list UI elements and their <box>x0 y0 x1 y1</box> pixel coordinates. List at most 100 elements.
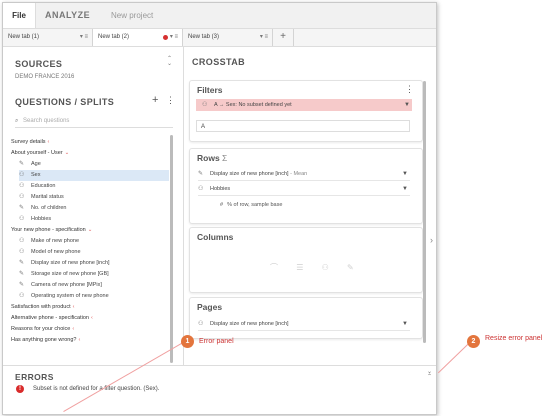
tree-group-label: Alternative phone - specification <box>11 315 89 321</box>
unsaved-dot-icon <box>163 35 168 40</box>
tree-item-education[interactable]: ⚇ Education <box>19 181 55 192</box>
multi-icon: ⚇ <box>19 216 25 222</box>
group-icon: ⚇ <box>19 183 25 189</box>
analyze-tab[interactable]: ANALYZE <box>45 3 90 28</box>
questions-scrollbar[interactable] <box>170 135 173 363</box>
errors-title: ERRORS <box>15 372 54 382</box>
tree-item-make[interactable]: ⚇ Make of new phone <box>19 236 79 247</box>
pages-item-display-size[interactable]: ⚇ Display size of new phone [inch] ▼ <box>198 318 410 331</box>
tree-group-gone-wrong[interactable]: Has anything gone wrong? ‹ <box>11 335 80 346</box>
group-icon: ⚇ <box>19 238 25 244</box>
tab-bar: New tab (1) ▾ ≡ New tab (2) ▾ ≡ New tab … <box>3 29 436 47</box>
pages-panel: Pages ⚇ Display size of new phone [inch] … <box>189 297 423 339</box>
columns-panel: Columns ⌒ ☰ ⚇ ✎ <box>189 227 423 293</box>
tab-new-tab-1[interactable]: New tab (1) ▾ ≡ <box>3 29 93 46</box>
filter-expression-input[interactable]: A <box>196 120 410 132</box>
dropdown-arrow-icon[interactable]: ▼ <box>402 183 408 195</box>
search-icon: ⌕ <box>15 118 19 124</box>
tree-item-label: Hobbies <box>31 216 52 222</box>
tree-group-alternative-phone[interactable]: Alternative phone - specification ‹ <box>11 313 93 324</box>
tree-item-label: Age <box>31 161 41 167</box>
search-placeholder: Search questions <box>23 118 70 124</box>
dataset-name: DEMO FRANCE 2016 <box>15 74 75 80</box>
filters-panel: Filters ⋮ ⚇ A → Sex: No subset defined ye… <box>189 80 423 142</box>
add-tab-button[interactable]: + <box>273 29 294 46</box>
tree-item-label: Storage size of new phone [GB] <box>31 271 109 277</box>
rows-item-hobbies[interactable]: ⚇ Hobbies ▼ <box>198 183 410 196</box>
tab-menu-icon[interactable]: ▾ ≡ <box>80 29 88 46</box>
tree-item-camera[interactable]: ✎ Camera of new phone [MPix] <box>19 280 102 291</box>
group-icon: ⚇ <box>19 194 25 200</box>
callout-line-2 <box>437 341 471 374</box>
tree-item-display-size[interactable]: ✎ Display size of new phone [inch] <box>19 258 110 269</box>
tree-item-sex[interactable]: ⚇ Sex <box>19 170 169 181</box>
tree-group-reasons[interactable]: Reasons for your choice ‹ <box>11 324 74 335</box>
tree-group-survey-details[interactable]: Survey details ‹ <box>11 137 49 148</box>
row-item-suffix: - Mean <box>290 171 308 177</box>
row-item-label: Display size of new phone [inch] <box>210 171 289 177</box>
columns-placeholder-icons: ⌒ ☰ ⚇ ✎ <box>270 263 362 272</box>
chevron-icon: ⌄ <box>87 227 93 233</box>
tree-item-hobbies[interactable]: ⚇ Hobbies <box>19 214 51 225</box>
tree-group-satisfaction[interactable]: Satisfaction with product ‹ <box>11 302 74 313</box>
tree-group-label: Has anything gone wrong? <box>11 337 77 343</box>
group-icon: ⚇ <box>19 172 25 178</box>
tree-group-about-yourself[interactable]: About yourself - User ⌄ <box>11 148 69 159</box>
tab-label: New tab (1) <box>8 34 40 40</box>
rows-panel: Rows Σ ✎ Display size of new phone [inch]… <box>189 148 423 224</box>
tree-group-new-phone[interactable]: Your new phone - specification ⌄ <box>11 225 92 236</box>
rows-statistic[interactable]: #% of row, sample base <box>220 199 282 211</box>
tree-item-marital-status[interactable]: ⚇ Marital status <box>19 192 64 203</box>
tree-item-label: Marital status <box>31 194 64 200</box>
tree-item-label: Model of new phone <box>31 249 81 255</box>
tab-new-tab-3[interactable]: New tab (3) ▾ ≡ <box>183 29 273 46</box>
tree-item-model[interactable]: ⚇ Model of new phone <box>19 247 81 258</box>
tree-item-label: Sex <box>31 172 41 178</box>
crosstab-scrollbar[interactable] <box>423 81 426 343</box>
tree-item-storage-size[interactable]: ✎ Storage size of new phone [GB] <box>19 269 109 280</box>
questions-more-icon[interactable]: ⋮ <box>166 95 175 106</box>
tab-new-tab-2[interactable]: New tab (2) ▾ ≡ <box>93 29 183 46</box>
filters-more-icon[interactable]: ⋮ <box>405 84 414 95</box>
group-icon: ⚇ <box>202 102 208 108</box>
app-window: File ANALYZE New project New tab (1) ▾ ≡… <box>2 2 437 415</box>
collapse-sources-icon[interactable]: ⌃ ⌄ <box>167 56 172 67</box>
tab-menu-icon[interactable]: ▾ ≡ <box>170 29 178 46</box>
left-panel: SOURCES DEMO FRANCE 2016 ⌃ ⌄ QUESTIONS / … <box>3 47 183 365</box>
add-question-button[interactable]: + <box>152 94 158 106</box>
callout-badge-1: 1 <box>181 335 194 348</box>
project-name[interactable]: New project <box>111 3 153 28</box>
row-item-label: Hobbies <box>210 186 231 192</box>
tree-group-label: Satisfaction with product <box>11 304 71 310</box>
pencil-icon: ✎ <box>19 205 25 211</box>
tree-group-label: About yourself - User <box>11 150 63 156</box>
tree-item-label: Display size of new phone [inch] <box>31 260 110 266</box>
tree-item-os[interactable]: ⚇ Operating system of new phone <box>19 291 109 302</box>
rows-item-display-size[interactable]: ✎ Display size of new phone [inch] - Mean… <box>198 168 410 181</box>
tree-item-children[interactable]: ✎ No. of children <box>19 203 66 214</box>
search-input[interactable]: ⌕ Search questions <box>15 115 173 128</box>
tree-item-age[interactable]: ✎ Age <box>19 159 169 170</box>
resize-errors-icon[interactable]: ⌄ ⌃ <box>427 369 432 380</box>
statistic-label: % of row, sample base <box>227 202 283 208</box>
tree-item-label: Education <box>31 183 56 189</box>
dropdown-arrow-icon[interactable]: ▼ <box>402 168 408 180</box>
sigma-icon[interactable]: Σ <box>222 153 227 163</box>
pages-title: Pages <box>197 302 223 312</box>
filters-title: Filters <box>197 85 223 95</box>
dropdown-arrow-icon[interactable]: ▼ <box>402 318 408 330</box>
pencil-icon: ✎ <box>19 260 25 266</box>
tree-group-label: Your new phone - specification <box>11 227 86 233</box>
file-menu[interactable]: File <box>3 3 36 28</box>
top-menu-bar: File ANALYZE New project <box>3 3 436 29</box>
tab-menu-icon[interactable]: ▾ ≡ <box>260 29 268 46</box>
callout-badge-2: 2 <box>467 335 480 348</box>
error-icon: ! <box>16 385 24 393</box>
group-icon: ⚇ <box>19 249 25 255</box>
filter-error-row[interactable]: ⚇ A → Sex: No subset defined yet ▼ <box>196 99 412 111</box>
crosstab-title: CROSSTAB <box>192 57 246 67</box>
multi-icon: ⚇ <box>198 186 204 192</box>
dropdown-arrow-icon[interactable]: ▼ <box>404 99 410 111</box>
chevron-right-icon[interactable]: › <box>430 235 433 245</box>
pencil-icon: ✎ <box>198 171 204 177</box>
